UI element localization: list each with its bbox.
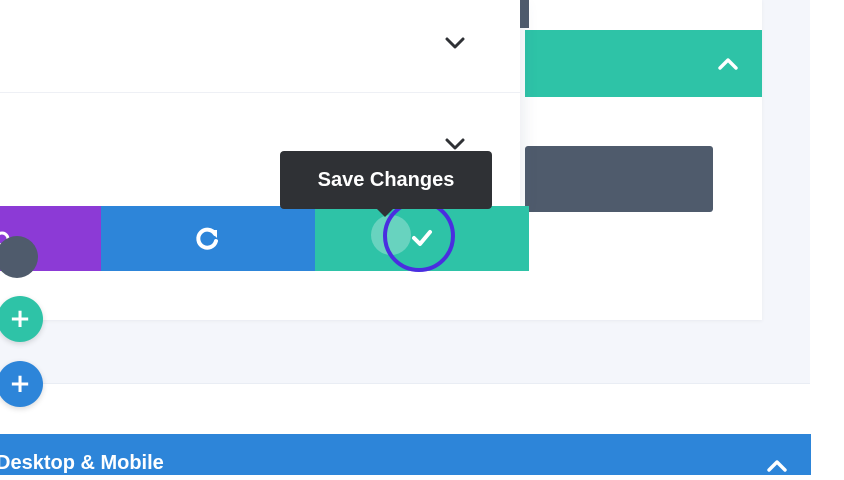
redo-button[interactable] [101, 206, 315, 271]
tooltip-arrow [377, 209, 393, 217]
chevron-up-icon[interactable] [708, 46, 748, 80]
highlight-ring [383, 200, 455, 272]
section-title: Desktop & Mobile [0, 452, 164, 474]
add-row-button[interactable]: + [0, 361, 43, 407]
save-tooltip: Save Changes [280, 151, 492, 209]
chevron-up-icon[interactable] [760, 450, 794, 480]
chevron-down-icon[interactable] [439, 27, 471, 59]
dark-button[interactable] [525, 146, 713, 212]
redo-icon [196, 227, 218, 250]
